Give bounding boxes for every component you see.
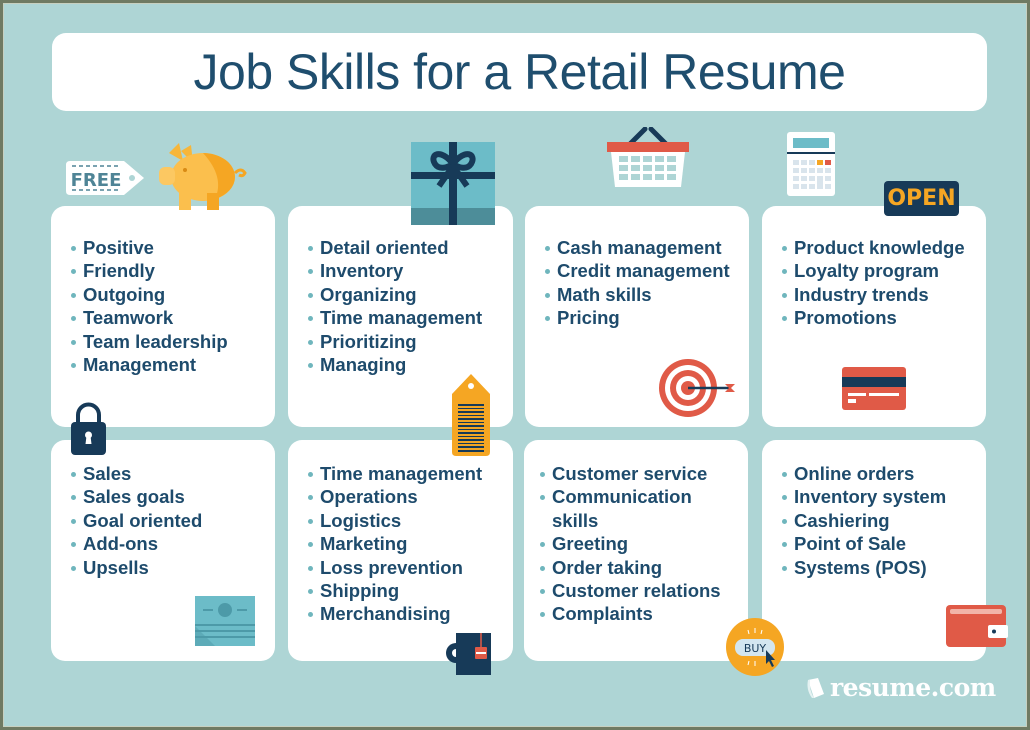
list-item: Outgoing bbox=[71, 283, 228, 306]
skill-list: Detail oriented Inventory Organizing Tim… bbox=[308, 236, 482, 376]
list-item: Promotions bbox=[782, 306, 965, 329]
document-logo-icon bbox=[807, 677, 824, 698]
list-item: Inventory bbox=[308, 259, 482, 282]
skill-list: Sales Sales goals Goal oriented Add-ons … bbox=[71, 462, 202, 579]
list-item: Sales goals bbox=[71, 485, 202, 508]
list-item: Time management bbox=[308, 306, 482, 329]
list-item: Merchandising bbox=[308, 602, 482, 625]
calculator-icon bbox=[787, 132, 835, 196]
list-item: Detail oriented bbox=[308, 236, 482, 259]
list-item: Goal oriented bbox=[71, 509, 202, 532]
money-stack-icon bbox=[195, 596, 255, 646]
list-item: Team leadership bbox=[71, 330, 228, 353]
list-item: Friendly bbox=[71, 259, 228, 282]
skill-list: Customer service Communication skills Gr… bbox=[540, 462, 721, 626]
list-item: Order taking bbox=[540, 556, 721, 579]
shopping-basket-icon bbox=[607, 127, 689, 187]
list-item: Math skills bbox=[545, 283, 730, 306]
list-item: Industry trends bbox=[782, 283, 965, 306]
list-item: Communication bbox=[540, 485, 721, 508]
list-item: Shipping bbox=[308, 579, 482, 602]
list-item: Organizing bbox=[308, 283, 482, 306]
list-item: Online orders bbox=[782, 462, 946, 485]
skill-list: Time management Operations Logistics Mar… bbox=[308, 462, 482, 626]
list-item: Prioritizing bbox=[308, 330, 482, 353]
skill-list: Cash management Credit management Math s… bbox=[545, 236, 730, 330]
list-item-continuation: skills bbox=[552, 509, 599, 531]
open-sign-icon: OPEN bbox=[884, 181, 959, 216]
list-item: Loss prevention bbox=[308, 556, 482, 579]
free-tag-icon: FREE bbox=[66, 161, 144, 195]
list-item: Cash management bbox=[545, 236, 730, 259]
list-item: Point of Sale bbox=[782, 532, 946, 555]
piggy-bank-icon bbox=[159, 143, 247, 210]
skill-list: Product knowledge Loyalty program Indust… bbox=[782, 236, 965, 330]
free-tag-label: FREE bbox=[71, 170, 122, 191]
credit-card-icon bbox=[842, 367, 906, 410]
resume-com-logo: resume.com bbox=[806, 673, 996, 702]
skill-card-personal: Positive Friendly Outgoing Teamwork Team… bbox=[51, 206, 275, 427]
list-item: Cashiering bbox=[782, 509, 946, 532]
title-banner: Job Skills for a Retail Resume bbox=[52, 33, 987, 111]
list-item: Logistics bbox=[308, 509, 482, 532]
list-item: Greeting bbox=[540, 532, 721, 555]
lock-icon bbox=[71, 402, 106, 455]
wallet-icon bbox=[946, 605, 1008, 647]
list-item: Product knowledge bbox=[782, 236, 965, 259]
list-item: Customer service bbox=[540, 462, 721, 485]
skill-card-customer: Customer service Communication skills Gr… bbox=[524, 440, 748, 661]
skill-list: Online orders Inventory system Cashierin… bbox=[782, 462, 946, 579]
list-item: Positive bbox=[71, 236, 228, 259]
logo-text: resume.com bbox=[830, 673, 996, 702]
list-item: Sales bbox=[71, 462, 202, 485]
list-item: Credit management bbox=[545, 259, 730, 282]
list-item: Marketing bbox=[308, 532, 482, 555]
list-item: Add-ons bbox=[71, 532, 202, 555]
list-item: Pricing bbox=[545, 306, 730, 329]
list-item: Systems (POS) bbox=[782, 556, 946, 579]
list-item: Inventory system bbox=[782, 485, 946, 508]
buy-button-badge-icon: BUY bbox=[726, 618, 784, 676]
mug-icon bbox=[446, 633, 491, 675]
price-tag-icon bbox=[452, 374, 490, 456]
target-icon bbox=[659, 359, 735, 417]
page-title: Job Skills for a Retail Resume bbox=[193, 44, 846, 100]
list-item: Complaints bbox=[540, 602, 721, 625]
list-item: Upsells bbox=[71, 556, 202, 579]
list-item: Time management bbox=[308, 462, 482, 485]
buy-button-label: BUY bbox=[744, 642, 767, 655]
list-item: Customer relations bbox=[540, 579, 721, 602]
list-item: Loyalty program bbox=[782, 259, 965, 282]
open-sign-label: OPEN bbox=[887, 186, 956, 211]
gift-box-icon bbox=[411, 142, 495, 225]
list-item: Management bbox=[71, 353, 228, 376]
list-item: Teamwork bbox=[71, 306, 228, 329]
skill-list: Positive Friendly Outgoing Teamwork Team… bbox=[71, 236, 228, 376]
skill-card-operations: Time management Operations Logistics Mar… bbox=[288, 440, 513, 661]
list-item: Managing bbox=[308, 353, 482, 376]
list-item: Operations bbox=[308, 485, 482, 508]
